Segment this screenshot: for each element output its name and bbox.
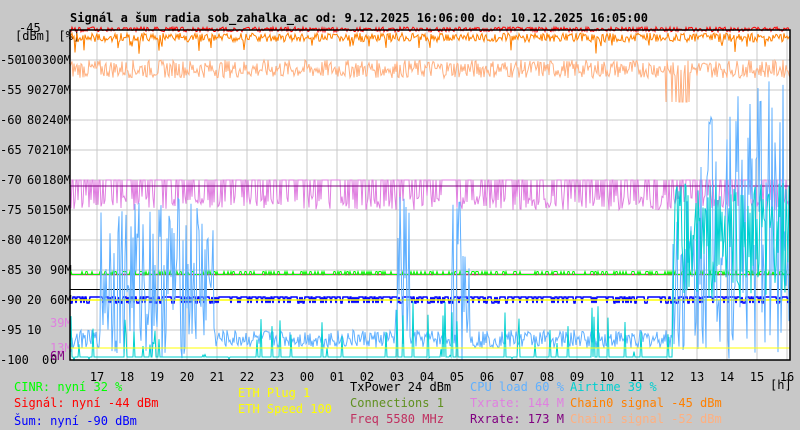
legend-eth-speed: ETH Speed 100 [238,402,332,416]
x-tick-label: 22 [240,370,254,384]
y-tick-dbm: -60 [0,113,22,127]
y-tick-rate: 120M [42,233,71,247]
legend-cpu: CPU load 60 % [470,380,564,394]
y-tick-pct: 100 [20,53,42,67]
y-tick-dbm: -90 [0,293,22,307]
legend-signal: Signál: nyní -44 dBm [14,396,159,410]
y-tick-dbm: -100 [0,353,29,367]
signal-noise-chart: 17 18 19 20 21 22 23 00 01 02 03 04 05 06 07 08 09 10 11 12… [0,11,794,392]
y-tick-rate: 180M [42,173,71,187]
x-tick-label: 21 [210,370,224,384]
y-tick-pct: 30 [27,263,41,277]
x-tick-label: 01 [330,370,344,384]
legend-chain0: Chain0 signal -45 dBm [570,396,722,410]
x-tick-label: 13 [690,370,704,384]
y-tick-rate: 90M [50,263,72,277]
y-tick-dbm: -55 [0,83,22,97]
x-tick-label: 00 [300,370,314,384]
x-tick-label: 19 [150,370,164,384]
chart-title: Signál a šum radia sob_zahalka_ac od: 9.… [70,11,648,26]
y-tick-pct: 70 [27,143,41,157]
legend-txpower: TxPower 24 dBm [350,380,452,394]
legend-chain1: Chain1 signal -52 dBm [570,412,722,426]
x-unit-label: [h] [770,378,792,392]
legend-eth-plug: ETH Plug 1 [238,386,311,400]
x-tick-label: 23 [270,370,284,384]
y-tick-pct: 20 [27,293,41,307]
y-tick-rate: 240M [42,113,71,127]
y-tick-rate: 300M [42,53,71,67]
x-tick-label: 05 [450,370,464,384]
x-tick-label: 12 [660,370,674,384]
y-tick-dbm: -85 [0,263,22,277]
y-tick-dbm: -50 [0,53,22,67]
y-tick-rate: 60M [50,293,72,307]
legend-airtime: Airtime 39 % [570,380,657,394]
y-tick-dbm: -75 [0,203,22,217]
y-tick-pct: 80 [27,113,41,127]
legend-txrate: Txrate: 144 M [470,396,564,410]
y-tick-pct: 10 [27,323,41,337]
y-tick-rate: 270M [42,83,71,97]
y-tick-pct: 40 [27,233,41,247]
y-tick-pct: 50 [27,203,41,217]
rate-marker-label: 39M [50,316,72,330]
y-tick-rate: 150M [42,203,71,217]
legend-connections: Connections 1 [350,396,444,410]
y-tick-pct: 90 [27,83,41,97]
y-tick-dbm: -65 [0,143,22,157]
y-tick-pct: 60 [27,173,41,187]
rate-marker-label: 6M [50,349,64,363]
x-tick-label: 20 [180,370,194,384]
legend-rxrate: Rxrate: 173 M [470,412,564,426]
legend-noise: Šum: nyní -90 dBm [14,414,137,428]
x-tick-label: 14 [720,370,734,384]
y-tick-pct: 0 [42,353,49,367]
legend-freq: Freq 5580 MHz [350,412,444,426]
x-tick-label: 15 [750,370,764,384]
y-tick-dbm: -95 [0,323,22,337]
legend-cinr: CINR: nyní 32 % [14,380,123,394]
y-tick-dbm: -80 [0,233,22,247]
y-tick-dbm: -70 [0,173,22,187]
y-tick-rate: 210M [42,143,71,157]
